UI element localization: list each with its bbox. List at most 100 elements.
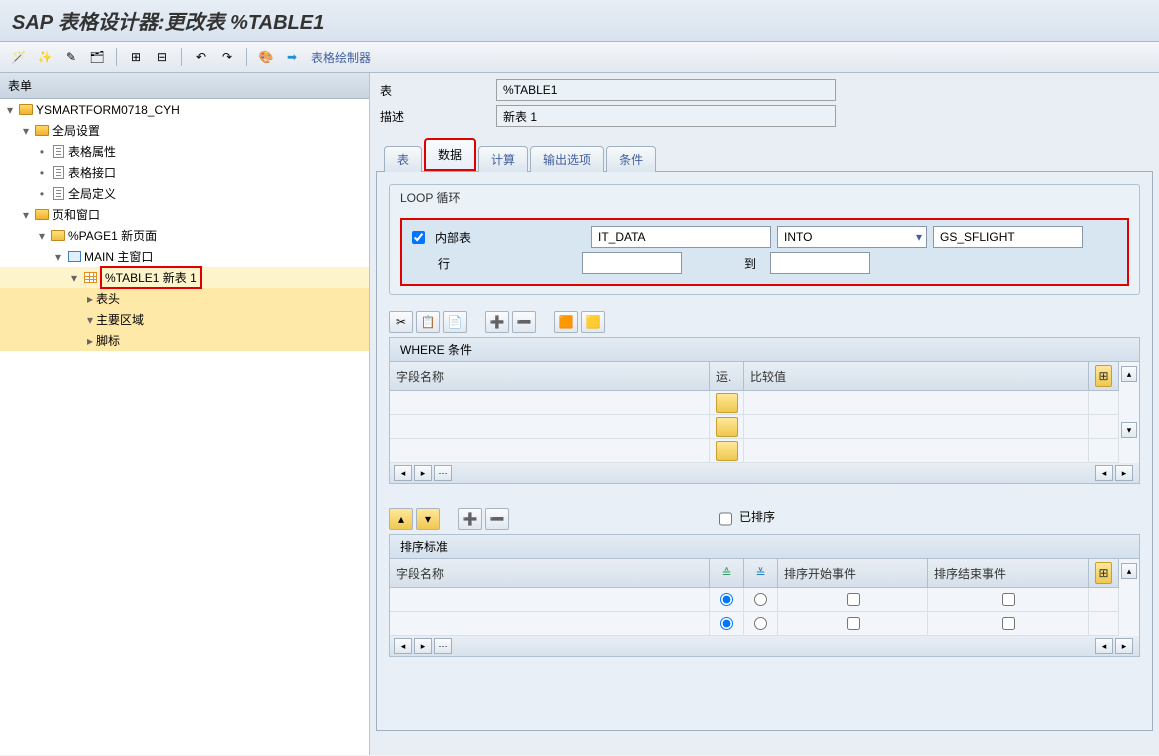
- where-row[interactable]: [390, 439, 1119, 463]
- scroll-more-icon[interactable]: ⋯: [434, 465, 452, 481]
- where-row[interactable]: [390, 415, 1119, 439]
- row-to-input[interactable]: [770, 252, 870, 274]
- sort-grid: 排序标准 字段名称 ≙ ≚ 排序开始事件 排序结束事件 ⊞: [389, 534, 1140, 657]
- tree-table-main[interactable]: ▾主要区域: [0, 309, 369, 330]
- tree-page1[interactable]: ▾%PAGE1 新页面: [0, 225, 369, 246]
- painter-label[interactable]: 表格绘制器: [307, 49, 375, 66]
- table-name-input[interactable]: [496, 79, 836, 101]
- sort-asc-radio[interactable]: [720, 593, 733, 606]
- op-button[interactable]: [716, 417, 738, 437]
- sort-desc-radio[interactable]: [754, 593, 767, 606]
- where-col-val[interactable]: 比较值: [744, 362, 1089, 390]
- tool-structure-icon[interactable]: 🗂: [86, 46, 108, 68]
- where-col-op[interactable]: 运.: [710, 362, 744, 390]
- where-col-field[interactable]: 字段名称: [390, 362, 710, 390]
- grid-config-icon[interactable]: ⊞: [1095, 365, 1112, 387]
- scroll-left2-icon[interactable]: ◂: [1095, 638, 1113, 654]
- scroll-left2-icon[interactable]: ◂: [1095, 465, 1113, 481]
- scroll-right-icon[interactable]: ▸: [414, 638, 432, 654]
- sort-col-start[interactable]: 排序开始事件: [778, 559, 928, 587]
- scroll-right2-icon[interactable]: ▸: [1115, 638, 1133, 654]
- sort-start-check[interactable]: [847, 593, 860, 606]
- sort-row[interactable]: [390, 612, 1119, 636]
- tree-label: 脚标: [96, 332, 120, 349]
- nav-tree[interactable]: ▾YSMARTFORM0718_CYH ▾全局设置 •表格属性 •表格接口 •全…: [0, 99, 369, 755]
- where-row[interactable]: [390, 391, 1119, 415]
- sort-desc-radio[interactable]: [754, 617, 767, 630]
- loop-group: LOOP 循环 内部表 INTO 行: [389, 184, 1140, 295]
- scroll-left-icon[interactable]: ◂: [394, 465, 412, 481]
- copy-icon[interactable]: 📋: [416, 311, 440, 333]
- tree-pages[interactable]: ▾页和窗口: [0, 204, 369, 225]
- scroll-up-icon[interactable]: ▴: [1121, 563, 1137, 579]
- op-button[interactable]: [716, 393, 738, 413]
- extra1-icon[interactable]: 🟧: [554, 311, 578, 333]
- tool-style-icon[interactable]: 🎨: [255, 46, 277, 68]
- sort-end-check[interactable]: [1002, 593, 1015, 606]
- tree-form-intf[interactable]: •表格接口: [0, 162, 369, 183]
- tab-output[interactable]: 输出选项: [530, 146, 604, 172]
- tree-label: 页和窗口: [52, 206, 100, 223]
- row-from-input[interactable]: [582, 252, 682, 274]
- tab-cond[interactable]: 条件: [606, 146, 656, 172]
- tool-undo-icon[interactable]: ↶: [190, 46, 212, 68]
- into-dropdown[interactable]: INTO: [777, 226, 927, 248]
- desc-input[interactable]: [496, 105, 836, 127]
- tree-table-footer[interactable]: ▸脚标: [0, 330, 369, 351]
- tool-activate-icon[interactable]: ✨: [34, 46, 56, 68]
- sorted-checkbox[interactable]: [719, 511, 732, 527]
- sort-insert-icon[interactable]: ➕: [458, 508, 482, 530]
- itab-input[interactable]: [591, 226, 771, 248]
- toolbar-sep: [116, 48, 117, 66]
- tree-panel: 表单 ▾YSMARTFORM0718_CYH ▾全局设置 •表格属性 •表格接口…: [0, 73, 370, 755]
- scroll-left-icon[interactable]: ◂: [394, 638, 412, 654]
- tab-data[interactable]: 数据: [424, 138, 476, 171]
- sort-end-check[interactable]: [1002, 617, 1015, 630]
- tree-form-attr[interactable]: •表格属性: [0, 141, 369, 162]
- paste-icon[interactable]: 📄: [443, 311, 467, 333]
- tree-root[interactable]: ▾YSMARTFORM0718_CYH: [0, 99, 369, 120]
- sort-toolbar: ▴ ▾ ➕ ➖ 已排序: [389, 508, 1140, 530]
- tree-main-window[interactable]: ▾MAIN 主窗口: [0, 246, 369, 267]
- sort-row[interactable]: [390, 588, 1119, 612]
- grid-config-icon[interactable]: ⊞: [1095, 562, 1112, 584]
- workarea-input[interactable]: [933, 226, 1083, 248]
- tab-table[interactable]: 表: [384, 146, 422, 172]
- scroll-up-icon[interactable]: ▴: [1121, 366, 1137, 382]
- sort-delete-icon[interactable]: ➖: [485, 508, 509, 530]
- sort-col-desc-icon[interactable]: ≚: [744, 559, 778, 587]
- itab-label: 内部表: [435, 229, 585, 246]
- tool-redo-icon[interactable]: ↷: [216, 46, 238, 68]
- cut-icon[interactable]: ✂: [389, 311, 413, 333]
- tree-global[interactable]: ▾全局设置: [0, 120, 369, 141]
- loop-title: LOOP 循环: [390, 185, 1139, 210]
- tree-label: %PAGE1 新页面: [68, 227, 157, 244]
- sort-col-asc-icon[interactable]: ≙: [710, 559, 744, 587]
- scroll-more-icon[interactable]: ⋯: [434, 638, 452, 654]
- tool-expand-icon[interactable]: ⊞: [125, 46, 147, 68]
- tab-calc[interactable]: 计算: [478, 146, 528, 172]
- op-button[interactable]: [716, 441, 738, 461]
- where-grid: WHERE 条件 字段名称 运. 比较值 ⊞: [389, 337, 1140, 484]
- tree-table-header[interactable]: ▸表头: [0, 288, 369, 309]
- sort-start-check[interactable]: [847, 617, 860, 630]
- scroll-right2-icon[interactable]: ▸: [1115, 465, 1133, 481]
- move-up-icon[interactable]: ▴: [389, 508, 413, 530]
- insert-row-icon[interactable]: ➕: [485, 311, 509, 333]
- sort-col-end[interactable]: 排序结束事件: [928, 559, 1089, 587]
- tree-table1[interactable]: ▾%TABLE1 新表 1: [0, 267, 369, 288]
- tree-label: 全局设置: [52, 122, 100, 139]
- extra2-icon[interactable]: 🟨: [581, 311, 605, 333]
- scroll-down-icon[interactable]: ▾: [1121, 422, 1137, 438]
- itab-checkbox[interactable]: [412, 231, 425, 244]
- delete-row-icon[interactable]: ➖: [512, 311, 536, 333]
- tool-collapse-icon[interactable]: ⊟: [151, 46, 173, 68]
- tool-pencil-icon[interactable]: ✎: [60, 46, 82, 68]
- scroll-right-icon[interactable]: ▸: [414, 465, 432, 481]
- move-down-icon[interactable]: ▾: [416, 508, 440, 530]
- sort-col-field[interactable]: 字段名称: [390, 559, 710, 587]
- tree-global-def[interactable]: •全局定义: [0, 183, 369, 204]
- arrow-right-icon[interactable]: ➡: [281, 46, 303, 68]
- tool-wand-icon[interactable]: 🪄: [8, 46, 30, 68]
- sort-asc-radio[interactable]: [720, 617, 733, 630]
